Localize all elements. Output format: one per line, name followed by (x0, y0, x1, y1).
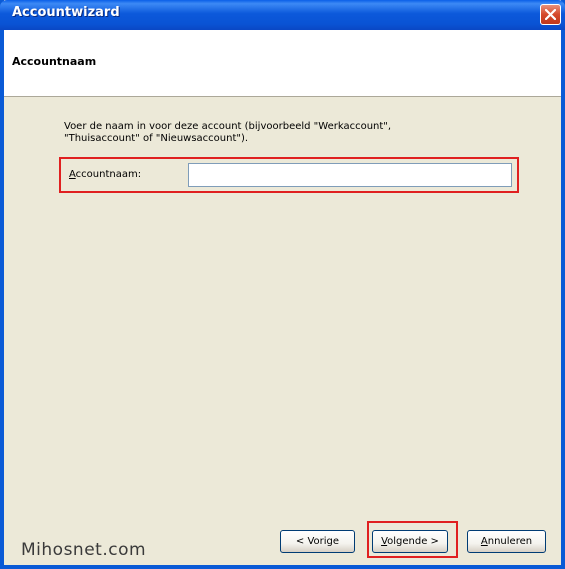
cancel-button[interactable]: Annuleren (467, 530, 546, 553)
account-name-label: Accountnaam: (69, 169, 141, 180)
cancel-button-accel: A (480, 536, 488, 547)
instruction-line-1: Voer de naam in voor deze account (bijvo… (64, 121, 392, 132)
close-button[interactable] (540, 4, 561, 25)
cancel-button-rest: nnuleren (487, 536, 533, 547)
account-name-label-rest: ccountnaam: (75, 169, 142, 180)
close-icon (545, 9, 556, 20)
next-button-rest: olgende > (387, 536, 439, 547)
title-bar[interactable]: Accountwizard (0, 0, 565, 30)
account-name-label-accel: A (69, 169, 76, 180)
account-wizard-window: Accountwizard Accountnaam (0, 0, 565, 569)
watermark: Mihosnet.com (21, 540, 147, 560)
window-title: Accountwizard (12, 5, 120, 20)
instruction-text: Voer de naam in voor deze account (bijvo… (64, 121, 494, 145)
account-name-input[interactable] (188, 163, 512, 187)
page-title: Accountnaam (12, 55, 97, 68)
instruction-line-2: "Thuisaccount" of "Nieuwsaccount"). (64, 133, 249, 144)
previous-button[interactable]: < Vorige (280, 530, 355, 553)
next-button[interactable]: Volgende > (372, 530, 448, 553)
wizard-header: Accountnaam (4, 30, 561, 97)
